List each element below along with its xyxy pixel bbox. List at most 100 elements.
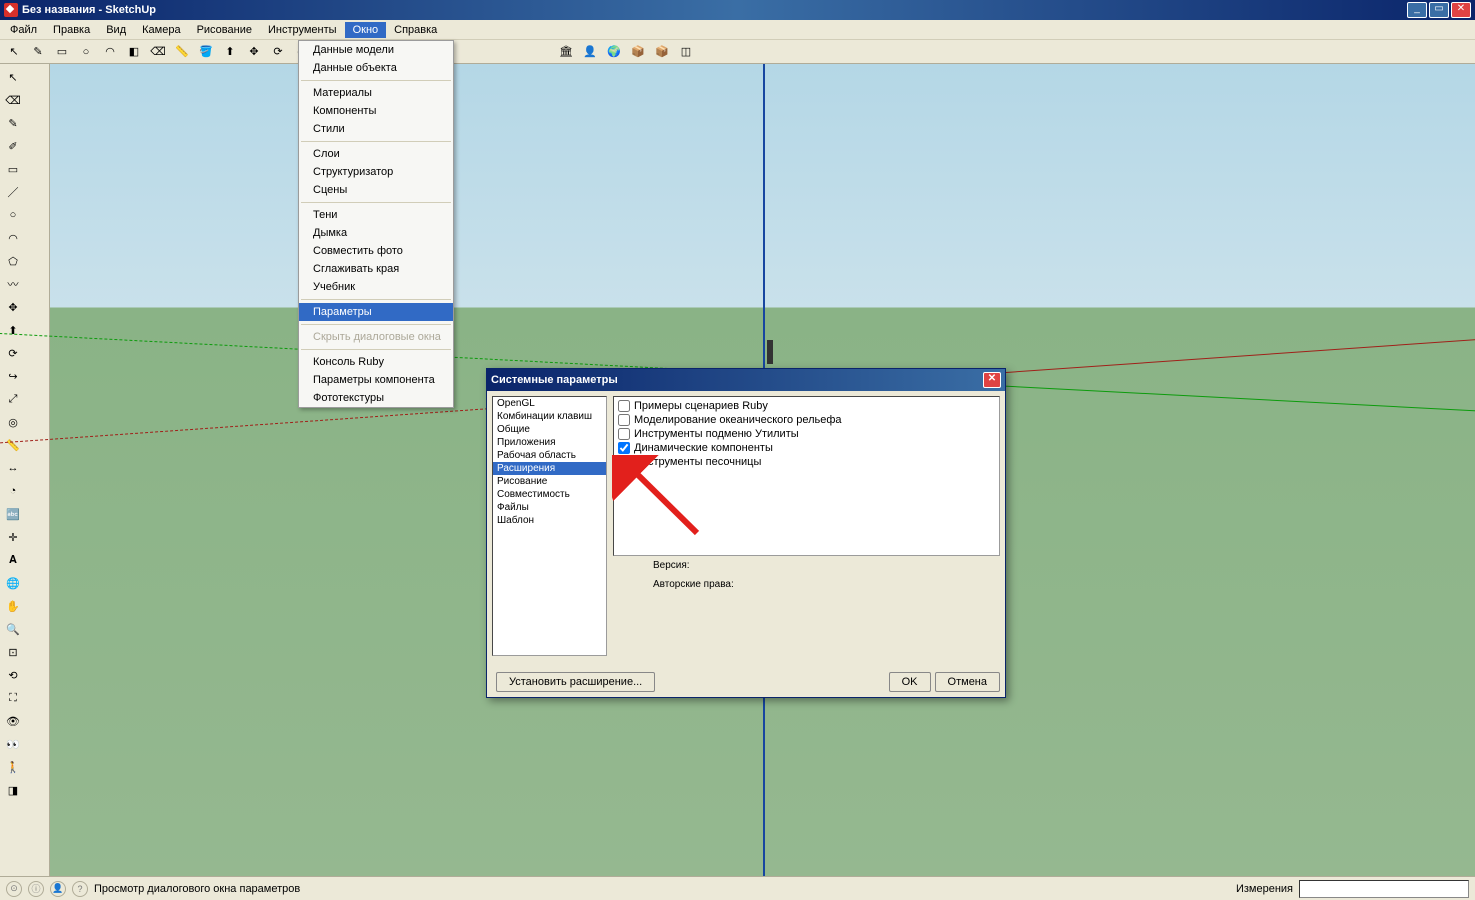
warehouse-icon[interactable]: 🏛 xyxy=(556,42,576,62)
tape-measure-icon[interactable]: 📏 xyxy=(172,42,192,62)
zoom-extents2-icon[interactable]: ⛶ xyxy=(2,687,24,709)
component-tool-icon[interactable]: ◧ xyxy=(124,42,144,62)
dd-shadows[interactable]: Тени xyxy=(299,206,453,224)
zoom-prev-icon[interactable]: ⟲ xyxy=(2,664,24,686)
cat-extensions[interactable]: Расширения xyxy=(493,462,606,475)
rectangle-tool-icon[interactable]: ▭ xyxy=(52,42,72,62)
cat-opengl[interactable]: OpenGL xyxy=(493,397,606,410)
cat-template[interactable]: Шаблон xyxy=(493,514,606,527)
dd-ruby-console[interactable]: Консоль Ruby xyxy=(299,353,453,371)
pushpull-icon[interactable]: ⬆ xyxy=(2,319,24,341)
dimension-icon[interactable]: ↔ xyxy=(2,457,24,479)
cat-files[interactable]: Файлы xyxy=(493,501,606,514)
rotate-icon[interactable]: ⟳ xyxy=(2,342,24,364)
dd-instructor[interactable]: Учебник xyxy=(299,278,453,296)
polygon-icon[interactable]: ⬠ xyxy=(2,250,24,272)
ext-checkbox-ruby-examples[interactable] xyxy=(618,400,630,412)
globe-icon[interactable]: 🌍 xyxy=(604,42,624,62)
info-icon[interactable]: ⓘ xyxy=(28,881,44,897)
person-status-icon[interactable]: 👤 xyxy=(50,881,66,897)
dd-photo-textures[interactable]: Фототекстуры xyxy=(299,389,453,407)
dd-materials[interactable]: Материалы xyxy=(299,84,453,102)
followme-icon[interactable]: ↪ xyxy=(2,365,24,387)
cat-drawing[interactable]: Рисование xyxy=(493,475,606,488)
menu-edit[interactable]: Правка xyxy=(45,22,98,38)
box2-icon[interactable]: 📦 xyxy=(652,42,672,62)
geo-icon[interactable]: ⊙ xyxy=(6,881,22,897)
dd-model-info[interactable]: Данные модели xyxy=(299,41,453,59)
dd-components[interactable]: Компоненты xyxy=(299,102,453,120)
menu-view[interactable]: Вид xyxy=(98,22,134,38)
box-icon[interactable]: 📦 xyxy=(628,42,648,62)
cat-workspace[interactable]: Рабочая область xyxy=(493,449,606,462)
select-icon[interactable]: ↖ xyxy=(2,66,24,88)
cat-shortcuts[interactable]: Комбинации клавиш xyxy=(493,410,606,423)
dd-entity-info[interactable]: Данные объекта xyxy=(299,59,453,77)
dd-layers[interactable]: Слои xyxy=(299,145,453,163)
section-plane-icon[interactable]: ◨ xyxy=(2,779,24,801)
cat-general[interactable]: Общие xyxy=(493,423,606,436)
rotate-tool-icon[interactable]: ⟳ xyxy=(268,42,288,62)
zoom-icon[interactable]: 🔍 xyxy=(2,618,24,640)
dd-soften[interactable]: Сглаживать края xyxy=(299,260,453,278)
maximize-button[interactable]: ▭ xyxy=(1429,2,1449,18)
dd-component-options[interactable]: Параметры компонента xyxy=(299,371,453,389)
menu-file[interactable]: Файл xyxy=(2,22,45,38)
dd-preferences[interactable]: Параметры xyxy=(299,303,453,321)
dd-scenes[interactable]: Сцены xyxy=(299,181,453,199)
circle-tool-icon[interactable]: ○ xyxy=(76,42,96,62)
ext-checkbox-sandbox-tools[interactable] xyxy=(618,456,630,468)
text-icon[interactable]: 🔤 xyxy=(2,503,24,525)
circle2-icon[interactable]: ○ xyxy=(2,204,24,226)
dd-outliner[interactable]: Структуризатор xyxy=(299,163,453,181)
arc-tool-icon[interactable]: ◠ xyxy=(100,42,120,62)
person-icon[interactable]: 👤 xyxy=(580,42,600,62)
ext-checkbox-ocean-modeling[interactable] xyxy=(618,414,630,426)
install-extension-button[interactable]: Установить расширение... xyxy=(496,672,655,692)
orbit-icon[interactable]: 🌐 xyxy=(2,572,24,594)
minimize-button[interactable]: _ xyxy=(1407,2,1427,18)
ext-checkbox-dynamic-components[interactable] xyxy=(618,442,630,454)
menu-window[interactable]: Окно xyxy=(345,22,387,38)
3dtext-icon[interactable]: 𝐀 xyxy=(2,549,24,571)
dd-styles[interactable]: Стили xyxy=(299,120,453,138)
look-around-icon[interactable]: 👀 xyxy=(2,733,24,755)
cube-icon[interactable]: ◫ xyxy=(676,42,696,62)
line-tool-icon[interactable]: ✎ xyxy=(28,42,48,62)
help-icon[interactable]: ? xyxy=(72,881,88,897)
pencil-icon[interactable]: ✎ xyxy=(2,112,24,134)
dd-match-photo[interactable]: Совместить фото xyxy=(299,242,453,260)
zoom-window-icon[interactable]: ⊡ xyxy=(2,641,24,663)
paint-bucket-icon[interactable]: 🪣 xyxy=(196,42,216,62)
dialog-titlebar[interactable]: Системные параметры ✕ xyxy=(487,369,1005,391)
eraser-icon[interactable]: ⌫ xyxy=(2,89,24,111)
ext-checkbox-utilities[interactable] xyxy=(618,428,630,440)
protractor-icon[interactable]: ◔ xyxy=(2,480,24,502)
menu-help[interactable]: Справка xyxy=(386,22,445,38)
arc2-icon[interactable]: ◠ xyxy=(2,227,24,249)
walk-icon[interactable]: 🚶 xyxy=(2,756,24,778)
pan-icon[interactable]: ✋ xyxy=(2,595,24,617)
ok-button[interactable]: OK xyxy=(889,672,931,692)
rect-icon[interactable]: ▭ xyxy=(2,158,24,180)
eraser-tool-icon[interactable]: ⌫ xyxy=(148,42,168,62)
tape-icon[interactable]: 📏 xyxy=(2,434,24,456)
extensions-list[interactable]: Примеры сценариев Ruby Моделирование оке… xyxy=(613,396,1000,556)
move-icon[interactable]: ✥ xyxy=(2,296,24,318)
line2-icon[interactable]: ／ xyxy=(2,181,24,203)
position-camera-icon[interactable]: 👁 xyxy=(2,710,24,732)
pencil2-icon[interactable]: ✐ xyxy=(2,135,24,157)
offset-icon[interactable]: ◎ xyxy=(2,411,24,433)
preferences-category-list[interactable]: OpenGL Комбинации клавиш Общие Приложени… xyxy=(492,396,607,656)
close-button[interactable]: ✕ xyxy=(1451,2,1471,18)
menu-camera[interactable]: Камера xyxy=(134,22,188,38)
dd-fog[interactable]: Дымка xyxy=(299,224,453,242)
cat-applications[interactable]: Приложения xyxy=(493,436,606,449)
menu-tools[interactable]: Инструменты xyxy=(260,22,345,38)
freehand-icon[interactable]: 〰 xyxy=(2,273,24,295)
pushpull-tool-icon[interactable]: ⬆ xyxy=(220,42,240,62)
axes-icon[interactable]: ✛ xyxy=(2,526,24,548)
measurements-input[interactable] xyxy=(1299,880,1469,898)
dialog-close-button[interactable]: ✕ xyxy=(983,372,1001,388)
scale-icon[interactable]: ⤢ xyxy=(2,388,24,410)
